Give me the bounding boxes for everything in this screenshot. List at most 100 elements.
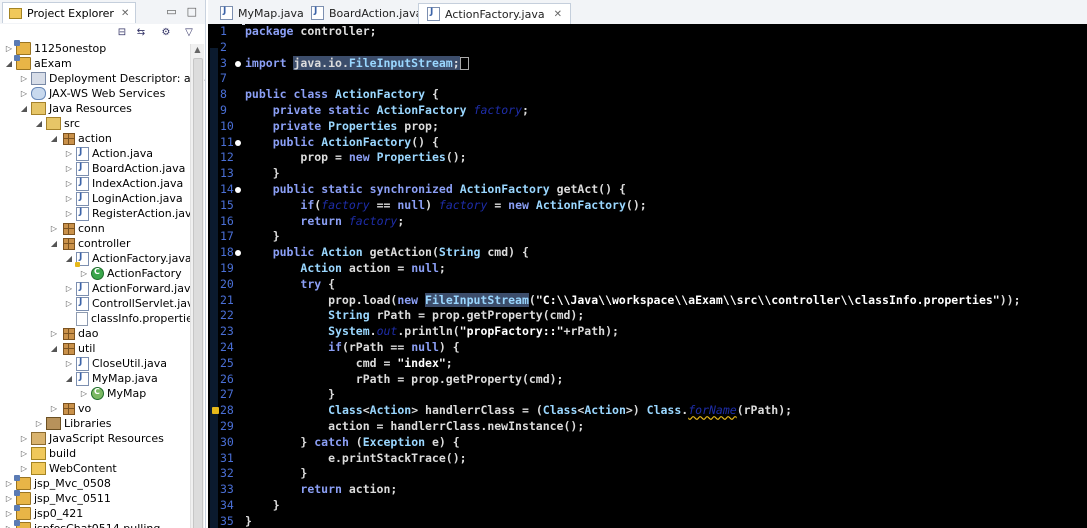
tab-actionfactory[interactable]: ActionFactory.java ✕ — [418, 3, 571, 24]
close-icon[interactable]: ✕ — [121, 8, 129, 19]
code-line[interactable]: return action; — [245, 482, 397, 498]
code-line[interactable]: public class ActionFactory { — [245, 87, 439, 103]
tree-item[interactable]: ◢ src — [34, 116, 80, 131]
tree-item[interactable]: ▷ Libraries — [34, 416, 112, 431]
link-with-editor-icon[interactable]: ⇆ — [135, 27, 147, 39]
code-line[interactable]: public ActionFactory() { — [245, 135, 439, 151]
collapsed-twisty-icon[interactable]: ▷ — [64, 179, 74, 188]
collapsed-twisty-icon[interactable]: ▷ — [19, 74, 29, 83]
collapsed-twisty-icon[interactable]: ▷ — [4, 494, 14, 503]
collapsed-twisty-icon[interactable]: ▷ — [4, 524, 14, 528]
collapsed-twisty-icon[interactable]: ▷ — [34, 419, 44, 428]
collapsed-twisty-icon[interactable]: ▷ — [4, 44, 14, 53]
minimize-icon[interactable]: ▭ — [166, 5, 176, 18]
tree-item[interactable]: ▷ jsp_Mvc_0508 — [4, 475, 111, 491]
tree-item[interactable]: ▷ CloseUtil.java — [64, 356, 167, 371]
tree-item[interactable]: ▷ 1125onestop — [4, 40, 106, 56]
collapsed-twisty-icon[interactable]: ▷ — [64, 209, 74, 218]
scrollbar-thumb[interactable] — [193, 58, 203, 528]
code-line[interactable]: import java.io.FileInputStream; — [245, 55, 469, 72]
tree-item[interactable]: ▷ build — [19, 446, 76, 461]
tree-item[interactable]: ▷ ControllServlet.java — [64, 296, 200, 311]
tree-item[interactable]: ◢ action — [49, 131, 112, 146]
fold-toggle-icon[interactable] — [235, 139, 241, 146]
tree-item[interactable]: ◢ controller — [49, 236, 131, 251]
collapsed-twisty-icon[interactable]: ▷ — [19, 449, 29, 458]
code-line[interactable]: cmd = "index"; — [245, 356, 453, 372]
tree-item[interactable]: ▷ WebContent — [19, 461, 117, 476]
collapse-all-icon[interactable]: ⊟ — [116, 27, 128, 39]
collapsed-twisty-icon[interactable]: ▷ — [19, 89, 29, 98]
maximize-icon[interactable]: □ — [187, 5, 197, 18]
code-line[interactable]: } — [245, 498, 280, 514]
tab-mymap[interactable]: MyMap.java — [212, 3, 312, 23]
tree-item[interactable]: ▷ jsp_Mvc_0511 — [4, 490, 111, 506]
tree-item[interactable]: classInfo.properties — [64, 311, 199, 326]
code-line[interactable]: } — [245, 466, 307, 482]
expanded-twisty-icon[interactable]: ◢ — [64, 374, 74, 383]
code-line[interactable]: if(factory == null) factory = new Action… — [245, 198, 646, 214]
tree-item[interactable]: ▷ vo — [49, 401, 91, 416]
collapsed-twisty-icon[interactable]: ▷ — [64, 164, 74, 173]
expanded-twisty-icon[interactable]: ◢ — [64, 254, 74, 263]
tree-item[interactable]: ▷ IndexAction.java — [64, 176, 183, 191]
tree-item[interactable]: ▷ Deployment Descriptor: aExam — [19, 71, 205, 86]
fold-toggle-icon[interactable] — [235, 250, 241, 257]
code-line[interactable]: rPath = prop.getProperty(cmd); — [245, 372, 564, 388]
collapsed-twisty-icon[interactable]: ▷ — [64, 299, 74, 308]
tree-item[interactable]: ▷ Action.java — [64, 146, 153, 161]
code-line[interactable]: try { — [245, 277, 335, 293]
tree-item[interactable]: ◢ ActionFactory.java — [64, 251, 192, 267]
tree-item[interactable]: ◢ Java Resources — [19, 101, 132, 116]
code-line[interactable]: Class<Action> handlerrClass = (Class<Act… — [245, 403, 792, 419]
tree-item[interactable]: ▷ jspfosChat0514 pulling — [4, 520, 160, 528]
project-explorer-scrollbar[interactable]: ▲ — [190, 44, 204, 528]
code-line[interactable]: return factory; — [245, 214, 404, 230]
code-line[interactable]: Action action = null; — [245, 261, 445, 277]
tree-item[interactable]: ▷ jsp0_421 — [4, 505, 83, 521]
tree-item[interactable]: ▷ ActionForward.java — [64, 281, 197, 296]
code-line[interactable]: } — [245, 514, 252, 528]
code-line[interactable]: package controller; — [245, 24, 377, 40]
close-icon[interactable]: ✕ — [554, 9, 562, 20]
collapsed-twisty-icon[interactable]: ▷ — [19, 434, 29, 443]
expanded-twisty-icon[interactable]: ◢ — [34, 119, 44, 128]
tree-item[interactable]: ▷ ActionFactory — [79, 266, 182, 281]
tree-item[interactable]: ▷ JavaScript Resources — [19, 431, 164, 446]
expanded-twisty-icon[interactable]: ◢ — [49, 344, 59, 353]
code-line[interactable]: if(rPath == null) { — [245, 340, 460, 356]
warning-icon[interactable] — [212, 407, 219, 415]
tree-item[interactable]: ▷ conn — [49, 221, 105, 236]
code-line[interactable]: private Properties prop; — [245, 119, 439, 135]
project-explorer-tab[interactable]: Project Explorer ✕ — [2, 2, 137, 23]
tree-item[interactable]: ▷ RegisterAction.java — [64, 206, 198, 221]
collapsed-twisty-icon[interactable]: ▷ — [49, 329, 59, 338]
code-line[interactable]: } — [245, 229, 280, 245]
tree-item[interactable]: ◢ aExam — [4, 55, 72, 71]
code-line[interactable]: String rPath = prop.getProperty(cmd); — [245, 308, 584, 324]
code-line[interactable]: System.out.println("propFactory::"+rPath… — [245, 324, 619, 340]
tree-item[interactable]: ▷ MyMap — [79, 386, 146, 401]
collapsed-twisty-icon[interactable]: ▷ — [64, 284, 74, 293]
expanded-twisty-icon[interactable]: ◢ — [4, 59, 14, 68]
code-line[interactable]: prop = new Properties(); — [245, 150, 466, 166]
code-line[interactable]: private static ActionFactory factory; — [245, 103, 529, 119]
fold-toggle-icon[interactable] — [235, 60, 241, 67]
tab-boardaction[interactable]: BoardAction.java — [303, 3, 430, 23]
code-area[interactable]: package controller; import java.io.FileIn… — [245, 24, 1087, 528]
collapsed-twisty-icon[interactable]: ▷ — [4, 479, 14, 488]
tree-item[interactable]: ▷ JAX-WS Web Services — [19, 86, 165, 101]
collapsed-twisty-icon[interactable]: ▷ — [19, 464, 29, 473]
tree-item[interactable]: ▷ LoginAction.java — [64, 191, 183, 206]
collapsed-twisty-icon[interactable]: ▷ — [64, 194, 74, 203]
code-line[interactable]: e.printStackTrace(); — [245, 451, 466, 467]
code-line[interactable]: public Action getAction(String cmd) { — [245, 245, 529, 261]
view-menu-icon[interactable]: ▽ — [183, 27, 195, 39]
code-line[interactable]: prop.load(new FileInputStream("C:\\Java\… — [245, 292, 1021, 309]
tree-item[interactable]: ▷ BoardAction.java — [64, 161, 185, 176]
code-line[interactable]: } — [245, 166, 280, 182]
collapsed-twisty-icon[interactable]: ▷ — [49, 404, 59, 413]
expanded-twisty-icon[interactable]: ◢ — [49, 134, 59, 143]
collapsed-twisty-icon[interactable]: ▷ — [79, 269, 89, 278]
collapsed-twisty-icon[interactable]: ▷ — [79, 389, 89, 398]
